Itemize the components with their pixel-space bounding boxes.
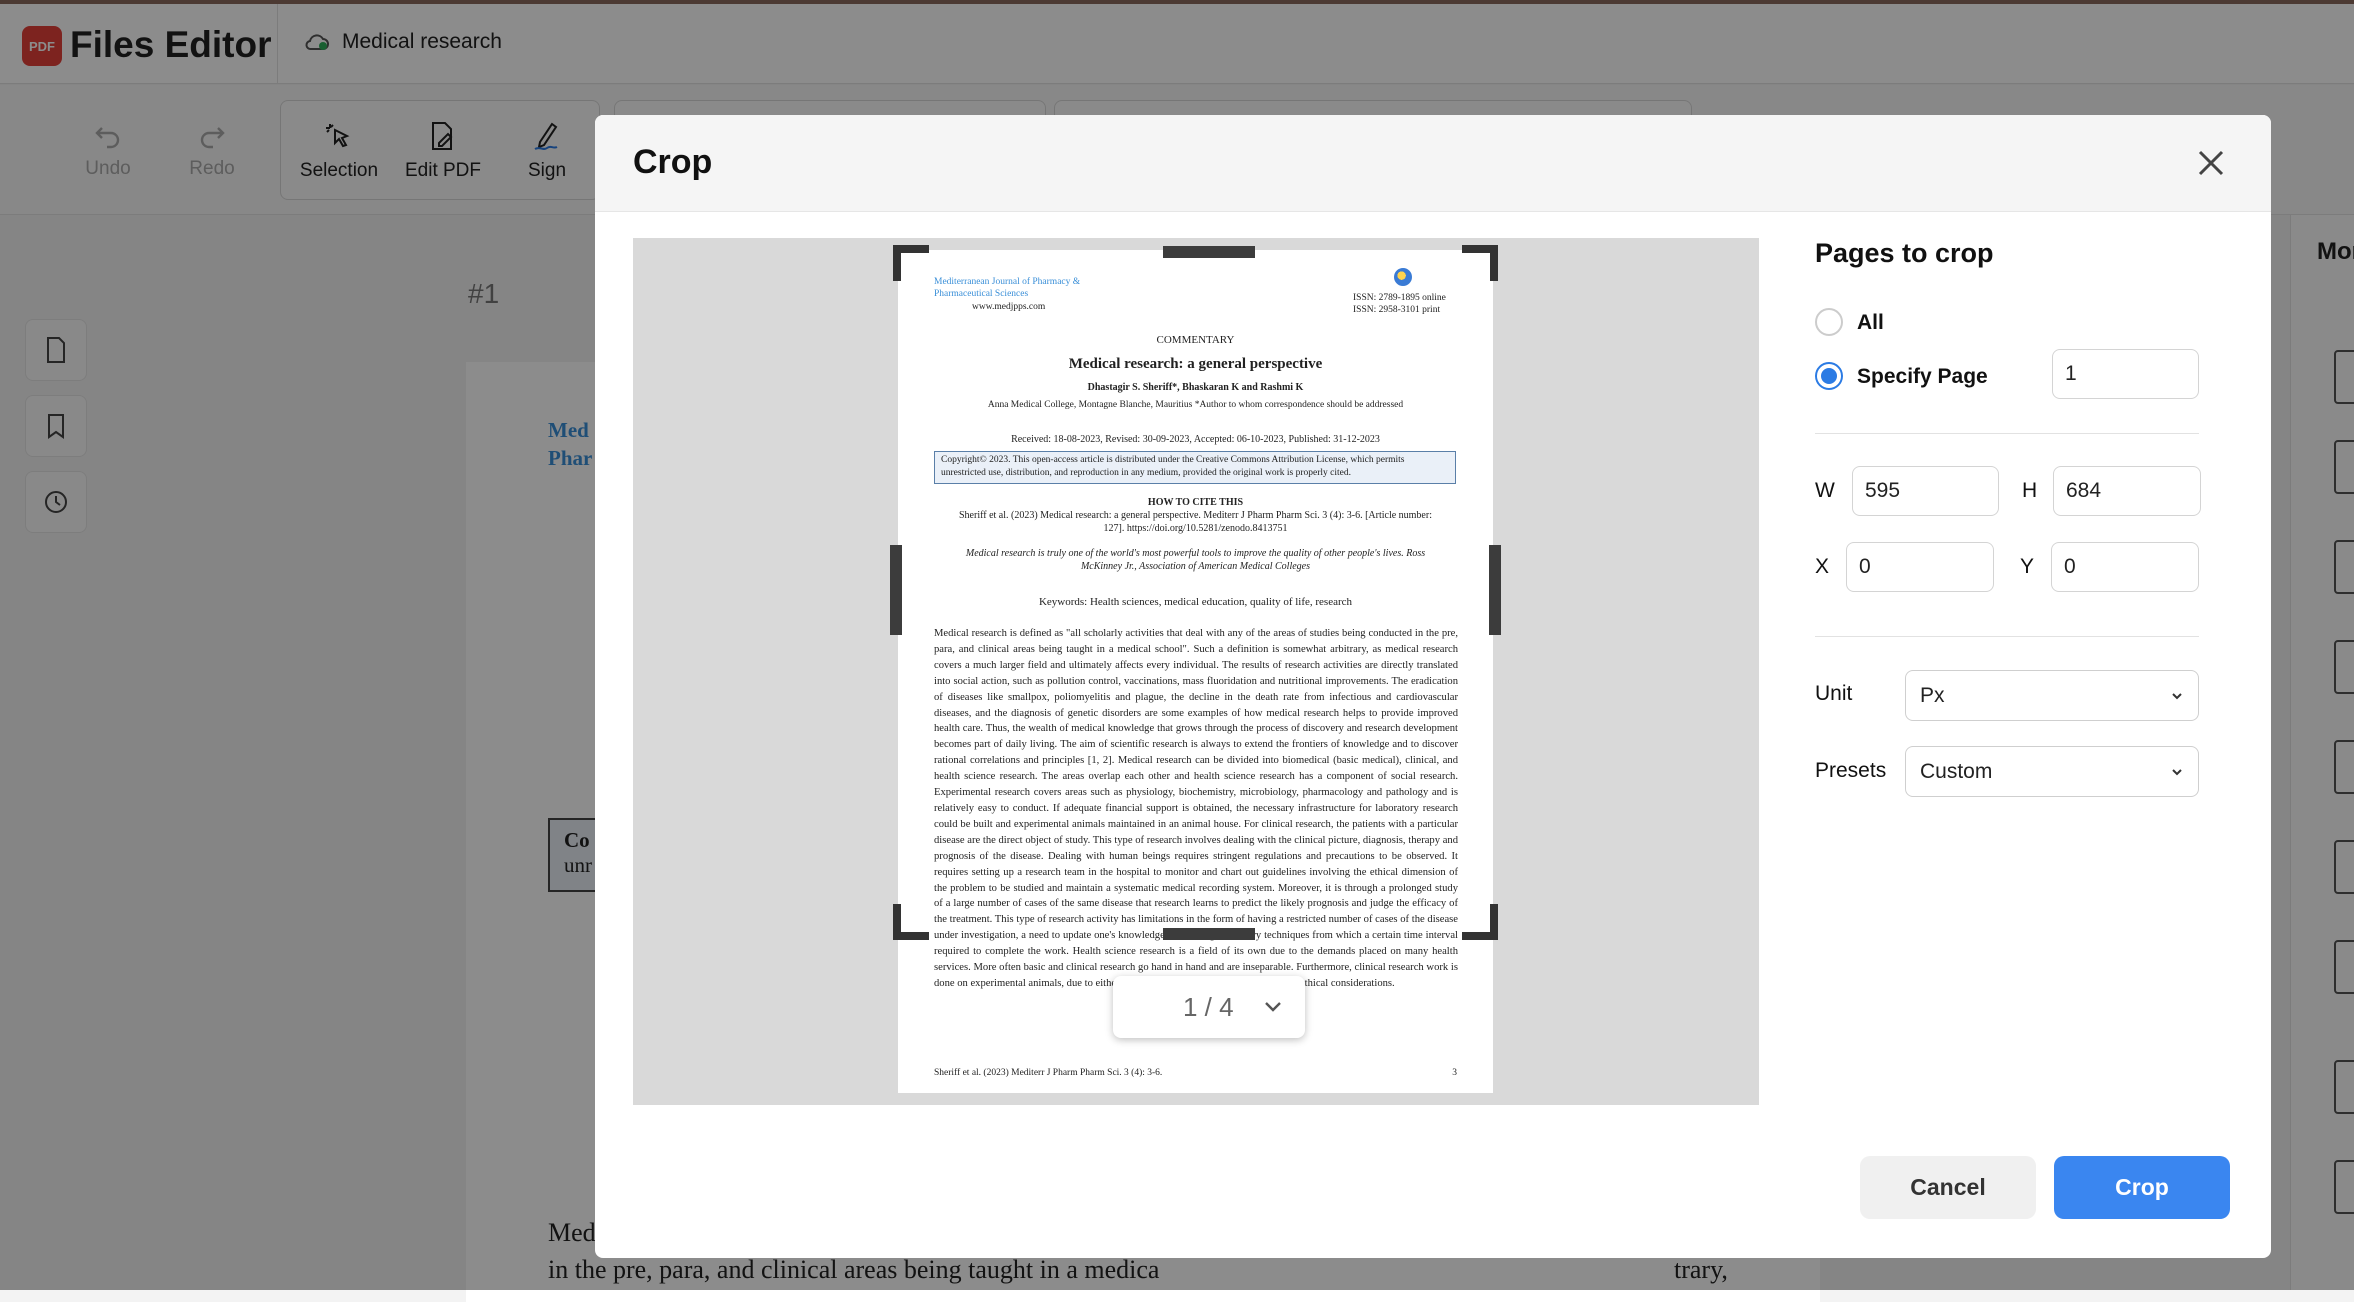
page-navigator[interactable]: 1 / 4 (1113, 976, 1305, 1038)
y-label: Y (2020, 555, 2035, 578)
crop-edge-handle-bottom[interactable] (1163, 928, 1255, 940)
width-input[interactable]: 595 (1852, 466, 1999, 516)
y-input[interactable]: 0 (2051, 542, 2199, 592)
crop-corner-handle-bottom-right[interactable] (1460, 902, 1498, 940)
journal-globe-icon (1394, 268, 1412, 286)
divider-2 (1815, 636, 2199, 637)
pdf-keywords: Keywords: Health sciences, medical educa… (1038, 596, 1353, 608)
x-input[interactable]: 0 (1846, 542, 1994, 592)
page-number-input[interactable]: 1 (2052, 349, 2199, 399)
pdf-quote: Medical research is truly one of the wor… (965, 548, 1426, 572)
width-label: W (1815, 479, 1835, 502)
chevron-down-icon (2172, 769, 2182, 776)
radio-all-pages[interactable] (1815, 308, 1843, 336)
pdf-copyright-box: Copyright© 2023. This open-access articl… (934, 451, 1456, 484)
crop-corner-handle-top-right[interactable] (1460, 245, 1498, 283)
pdf-cite-heading: HOW TO CITE THIS (1147, 497, 1244, 508)
radio-specify-page[interactable] (1815, 362, 1843, 390)
pdf-journal-url: www.medjpps.com (972, 302, 1046, 312)
height-label: H (2022, 479, 2038, 502)
pdf-issn: ISSN: 2789-1895 online ISSN: 2958-3101 p… (1353, 293, 1446, 315)
pdf-page-number: 3 (1452, 1068, 1457, 1078)
unit-select-value: Px (1920, 683, 1945, 707)
crop-corner-handle-top-left[interactable] (893, 245, 931, 283)
pdf-cite-block: HOW TO CITE THIS Sheriff et al. (2023) M… (898, 496, 1493, 535)
pdf-dates: Received: 18-08-2023, Revised: 30-09-202… (1011, 434, 1380, 445)
radio-all-label[interactable]: All (1857, 311, 1884, 335)
chevron-down-icon[interactable] (1261, 994, 1285, 1018)
cancel-button[interactable]: Cancel (1860, 1156, 2036, 1219)
dialog-header: Crop (595, 115, 2271, 212)
crop-button[interactable]: Crop (2054, 1156, 2230, 1219)
x-label: X (1815, 555, 1830, 578)
chevron-down-icon (2172, 693, 2182, 700)
close-icon[interactable] (2193, 145, 2229, 181)
pdf-article-title: Medical research: a general perspective (1068, 356, 1323, 372)
crop-edge-handle-right[interactable] (1489, 545, 1501, 635)
pages-to-crop-heading: Pages to crop (1815, 238, 1994, 268)
unit-select[interactable]: Px (1905, 670, 2199, 721)
pdf-footer: Sheriff et al. (2023) Mediterr J Pharm P… (934, 1068, 1163, 1078)
pdf-authors: Dhastagir S. Sheriff*, Bhaskaran K and R… (1087, 382, 1304, 393)
dialog-title: Crop (633, 143, 713, 181)
height-input[interactable]: 684 (2053, 466, 2201, 516)
crop-corner-handle-bottom-left[interactable] (893, 902, 931, 940)
crop-edge-handle-top[interactable] (1163, 246, 1255, 258)
page-indicator: 1 / 4 (1183, 991, 1234, 1022)
pdf-affiliation: Anna Medical College, Montagne Blanche, … (987, 400, 1404, 410)
radio-specify-label[interactable]: Specify Page (1857, 365, 1988, 389)
pdf-article-type: COMMENTARY (1156, 334, 1235, 346)
presets-label: Presets (1815, 759, 1887, 782)
presets-select-value: Custom (1920, 759, 1993, 783)
crop-dialog: Crop Mediterranean Journal of Pharmacy &… (595, 115, 2271, 1258)
crop-edge-handle-left[interactable] (890, 545, 902, 635)
unit-label: Unit (1815, 682, 1853, 705)
preview-pdf-page: Mediterranean Journal of Pharmacy & Phar… (898, 250, 1493, 1093)
divider (1815, 433, 2199, 434)
pdf-cite-text: Sheriff et al. (2023) Medical research: … (959, 510, 1432, 534)
pdf-journal-name: Mediterranean Journal of Pharmacy & Phar… (934, 277, 1081, 299)
app-root: PDF Files Editor Medical research Undo R… (0, 0, 2354, 1302)
presets-select[interactable]: Custom (1905, 746, 2199, 797)
crop-preview-area: Mediterranean Journal of Pharmacy & Phar… (633, 238, 1759, 1105)
